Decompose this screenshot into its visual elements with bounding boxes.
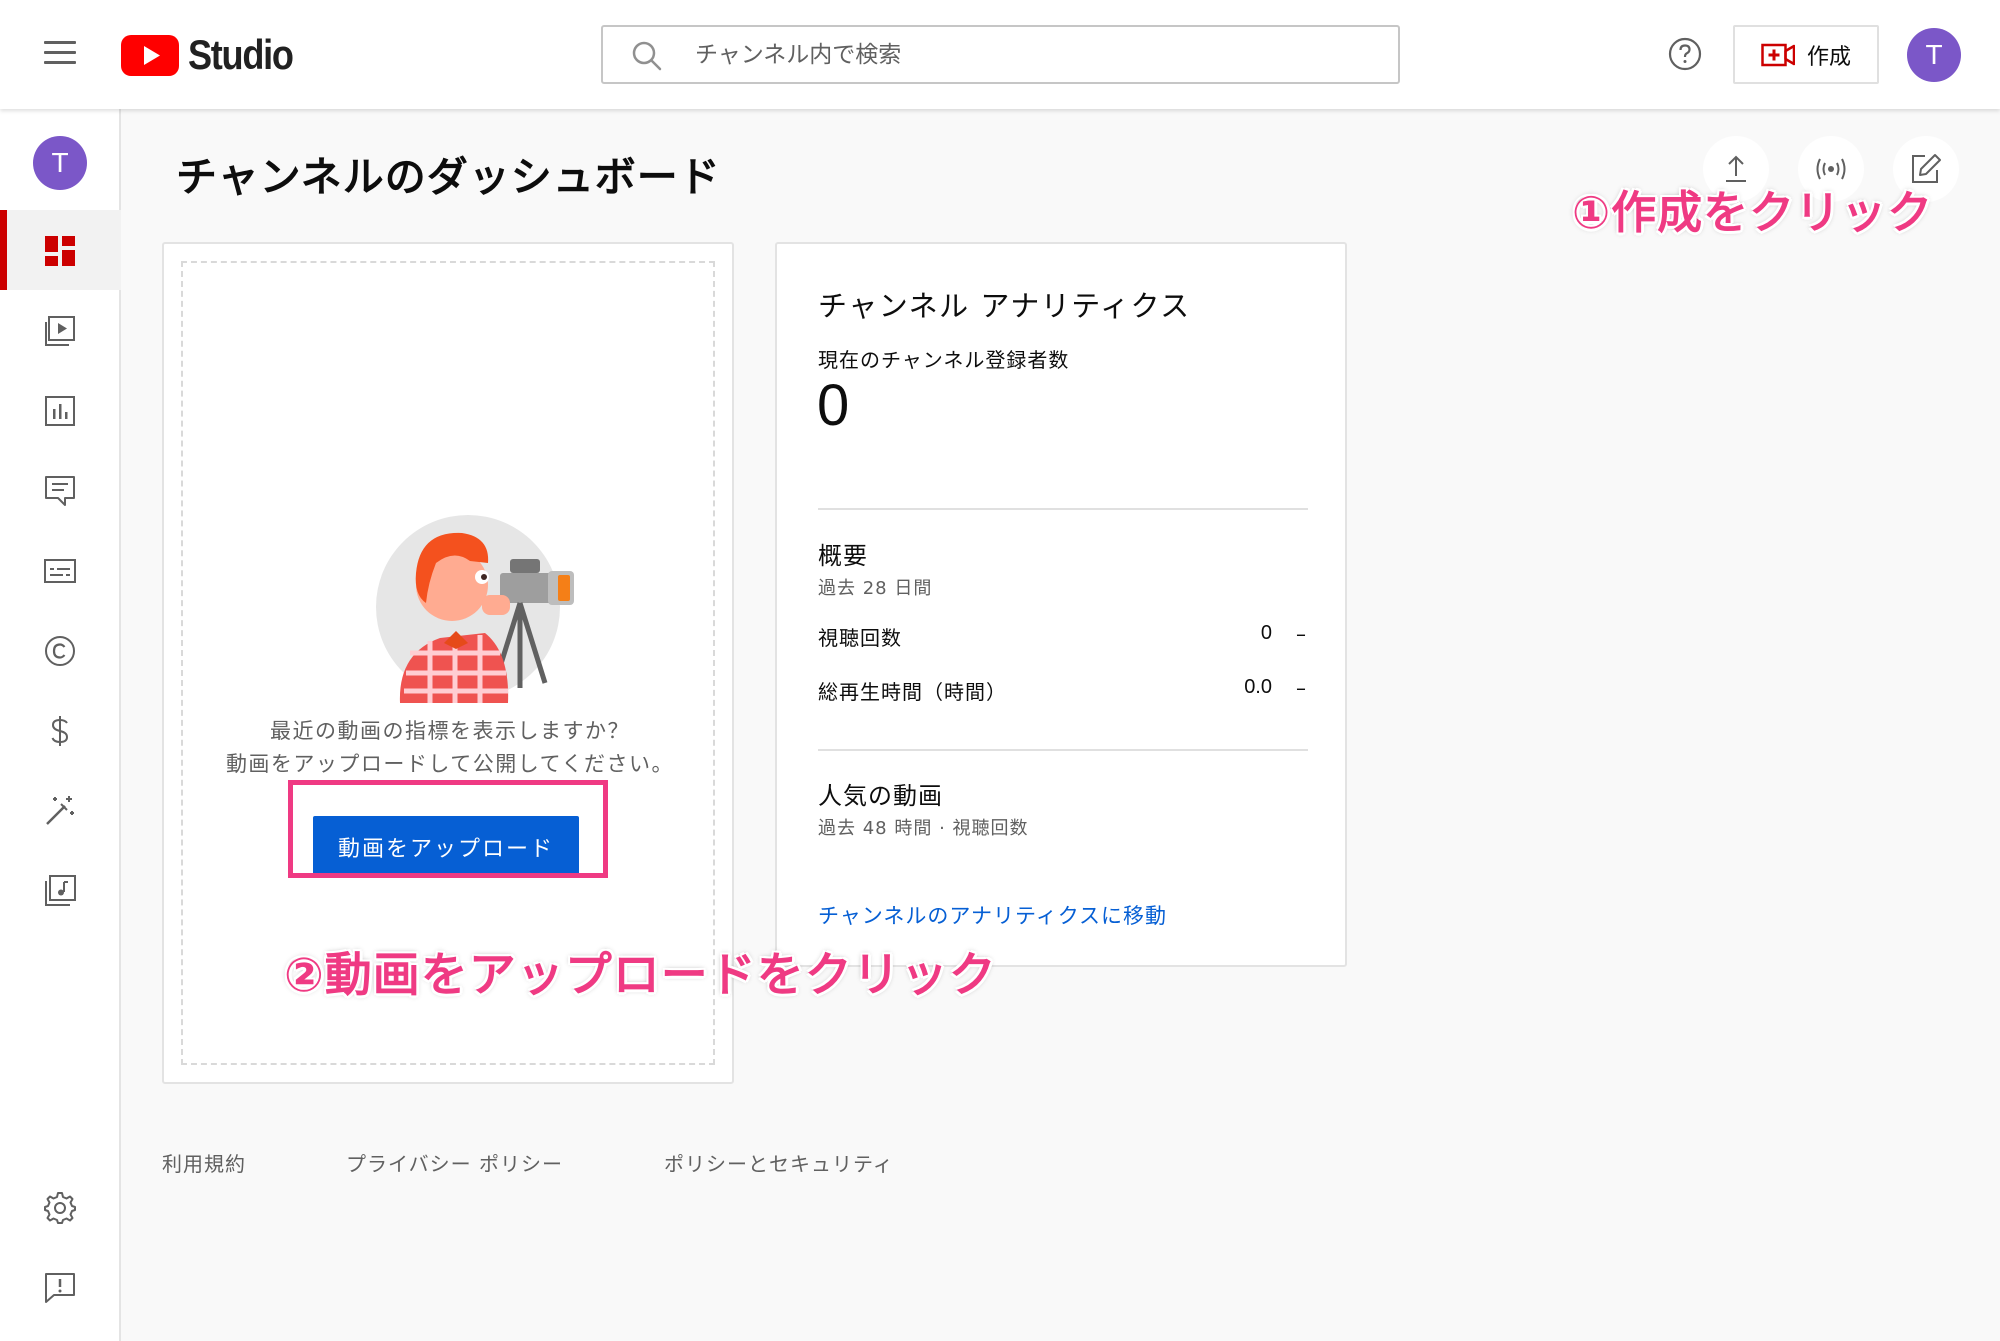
sidebar-item-content[interactable]: [0, 290, 121, 370]
divider: [818, 508, 1308, 510]
gear-icon: [44, 1192, 76, 1224]
sidebar-item-subtitles[interactable]: [0, 530, 121, 610]
top-videos-title: 人気の動画: [818, 782, 943, 810]
top-videos-period: 過去 48 時間 · 視聴回数: [818, 818, 1029, 839]
upload-message-line1: 最近の動画の指標を表示しますか？: [270, 719, 630, 743]
upload-highlight-box: [288, 780, 608, 878]
sidebar-item-settings[interactable]: [0, 1167, 121, 1247]
terms-link[interactable]: 利用規約: [162, 1148, 246, 1177]
page-title: チャンネルのダッシュボード: [176, 153, 721, 201]
privacy-link[interactable]: プライバシー ポリシー: [346, 1148, 563, 1177]
annotation-step1: ①作成をクリック: [1572, 186, 1934, 239]
metric-row-watch-time: 総再生時間（時間） 0.0 –: [818, 676, 1308, 706]
sidebar: T: [0, 109, 121, 1341]
monetization-icon: [51, 716, 69, 746]
logo-text: Studio: [188, 31, 294, 78]
summary-title: 概要: [818, 542, 868, 570]
metric-value: 0.0: [1244, 676, 1272, 698]
sidebar-item-analytics[interactable]: [0, 370, 121, 450]
sidebar-item-dashboard[interactable]: [0, 210, 121, 290]
sidebar-item-copyright[interactable]: [0, 610, 121, 690]
sidebar-item-feedback[interactable]: [0, 1247, 121, 1327]
customization-icon: [46, 796, 74, 825]
metric-value: 0: [1260, 622, 1272, 644]
upload-message: 最近の動画の指標を表示しますか？ 動画をアップロードして公開してください。: [183, 715, 717, 781]
youtube-logo-icon: [121, 34, 179, 76]
channel-analytics-card: チャンネル アナリティクス 現在のチャンネル登録者数 0 概要 過去 28 日間…: [775, 242, 1347, 967]
search-input[interactable]: [695, 27, 1385, 82]
create-video-icon: [1761, 43, 1795, 66]
create-button-label: 作成: [1806, 44, 1851, 70]
subtitles-icon: [44, 559, 76, 583]
metric-row-views: 視聴回数 0 –: [818, 622, 1308, 652]
search-box[interactable]: [601, 25, 1400, 84]
metric-trend: –: [1296, 676, 1306, 700]
upload-message-line2: 動画をアップロードして公開してください。: [225, 752, 675, 776]
content-icon: [45, 316, 75, 346]
search-icon: [632, 41, 662, 71]
camera-operator-illustration: [376, 515, 574, 703]
go-to-analytics-link[interactable]: チャンネルのアナリティクスに移動: [818, 900, 1167, 930]
feedback-icon: [45, 1273, 75, 1303]
subscribers-label: 現在のチャンネル登録者数: [818, 348, 1070, 372]
divider: [818, 749, 1308, 751]
copyright-icon: [45, 636, 75, 666]
analytics-title: チャンネル アナリティクス: [818, 289, 1191, 323]
account-avatar[interactable]: T: [1907, 28, 1961, 82]
subscribers-count: 0: [817, 373, 850, 438]
sidebar-item-comments[interactable]: [0, 450, 121, 530]
help-icon[interactable]: [1668, 37, 1702, 71]
audio-library-icon: [45, 875, 76, 906]
summary-period: 過去 28 日間: [818, 578, 933, 599]
sidebar-item-customization[interactable]: [0, 770, 121, 850]
studio-logo[interactable]: Studio: [121, 31, 310, 78]
metric-label: 視聴回数: [818, 626, 902, 650]
sidebar-item-monetization[interactable]: [0, 690, 121, 770]
annotation-step2: ②動画をアップロードをクリック: [284, 948, 997, 1003]
channel-avatar[interactable]: T: [33, 136, 87, 190]
menu-icon[interactable]: [44, 41, 76, 65]
analytics-icon: [45, 396, 75, 426]
sidebar-item-audio-library[interactable]: [0, 850, 121, 930]
comments-icon: [45, 476, 75, 506]
metric-label: 総再生時間（時間）: [818, 680, 1007, 704]
create-button[interactable]: 作成: [1733, 25, 1879, 84]
top-header: Studio 作成 T: [0, 0, 2000, 109]
metric-trend: –: [1296, 622, 1306, 646]
policy-link[interactable]: ポリシーとセキュリティ: [664, 1148, 894, 1177]
dashboard-icon: [45, 236, 75, 266]
